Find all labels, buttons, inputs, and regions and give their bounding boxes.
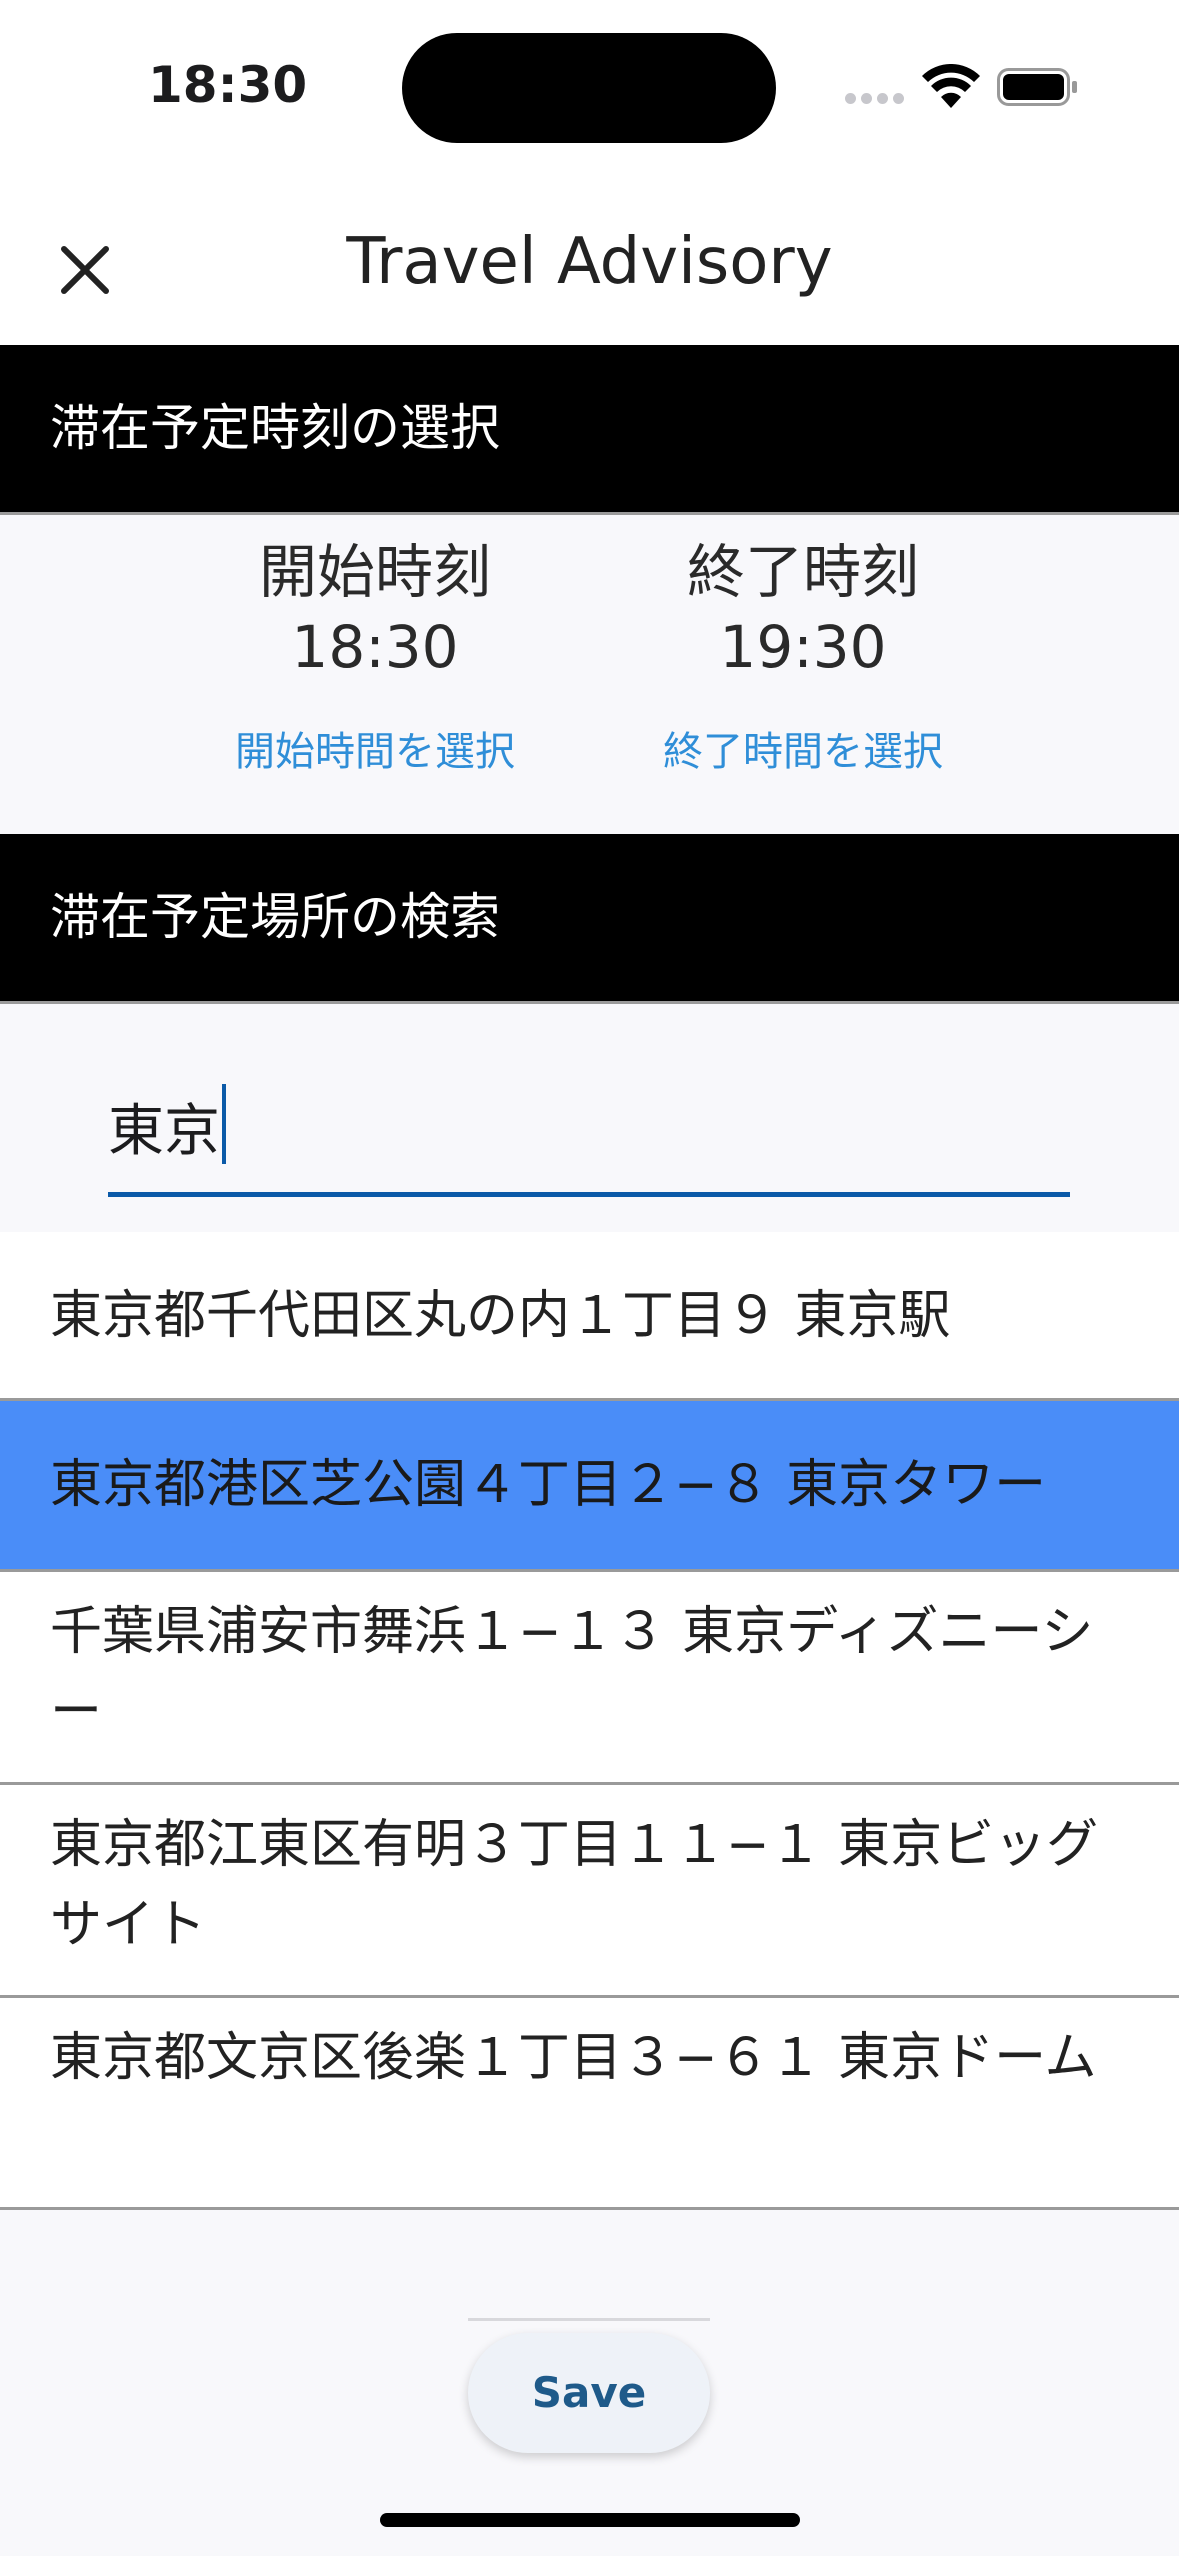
end-time-column: 終了時刻 19:30 終了時間を選択 [603,515,1003,777]
search-input[interactable]: 東京 [108,1084,226,1167]
select-end-time-button[interactable]: 終了時間を選択 [603,719,1003,777]
status-time: 18:30 [148,56,308,114]
search-input-value: 東京 [108,1099,220,1164]
start-time-value: 18:30 [291,613,459,681]
page-title: Travel Advisory [346,225,833,299]
app-bar: Travel Advisory [0,175,1179,345]
divider [0,2207,1179,2210]
search-result-item[interactable]: 東京都文京区後楽１丁目３−６１ 東京ドーム [0,1998,1179,2207]
search-result-item-selected[interactable]: 東京都港区芝公園４丁目２−８ 東京タワー [0,1401,1179,1569]
end-time-label: 終了時刻 [686,538,919,606]
search-result-item[interactable]: 千葉県浦安市舞浜１−１３ 東京ディズニーシー [0,1572,1179,1782]
home-indicator [380,2513,800,2527]
wifi-icon [922,64,980,108]
select-start-time-button[interactable]: 開始時間を選択 [175,719,575,777]
place-section-heading: 滞在予定場所の検索 [0,834,1179,1001]
save-divider [468,2318,710,2321]
dynamic-island [402,33,776,143]
end-time-value: 19:30 [719,613,887,681]
time-section-heading: 滞在予定時刻の選択 [0,345,1179,512]
save-button[interactable]: Save [468,2333,710,2453]
search-input-underline [108,1192,1070,1197]
search-result-item[interactable]: 東京都江東区有明３丁目１１−１ 東京ビッグサイト [0,1785,1179,1995]
search-result-item[interactable]: 東京都千代田区丸の内１丁目９ 東京駅 [0,1232,1179,1398]
signal-dots-icon [845,93,905,105]
start-time-label: 開始時刻 [258,538,491,606]
status-bar: 18:30 [0,0,1179,175]
search-panel: 東京 [0,1004,1179,1232]
start-time-column: 開始時刻 18:30 開始時間を選択 [175,515,575,777]
battery-icon [997,68,1077,106]
time-panel: 開始時刻 18:30 開始時間を選択 終了時刻 19:30 終了時間を選択 [0,515,1179,834]
text-caret [222,1084,226,1164]
